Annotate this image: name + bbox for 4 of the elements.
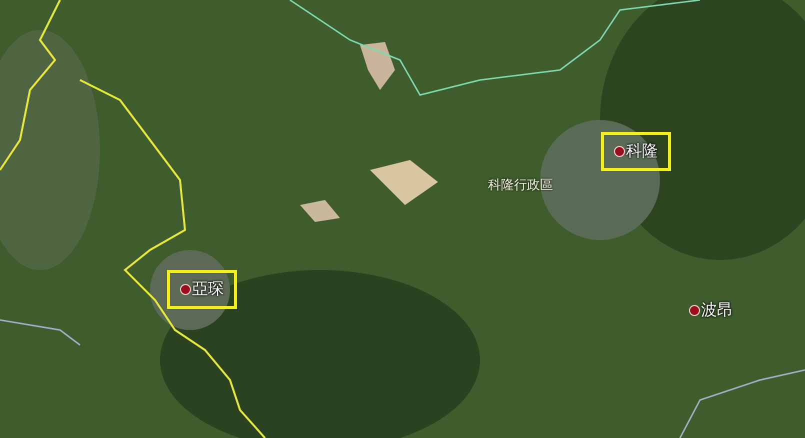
place-label: 波昂 (701, 300, 733, 321)
region-label: 科隆行政區 (488, 177, 553, 194)
place-label: 科隆 (626, 141, 658, 162)
place-label: 亞琛 (192, 279, 224, 300)
